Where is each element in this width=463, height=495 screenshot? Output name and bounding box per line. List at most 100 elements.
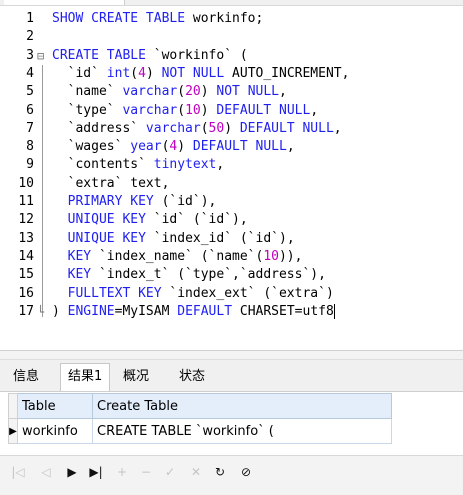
code-text: `address` varchar(50) DEFAULT NULL, — [52, 120, 342, 138]
code-line[interactable]: 13 UNIQUE KEY `index_id` (`id`), — [0, 230, 463, 248]
sql-text: , — [333, 120, 342, 136]
line-number: 12 — [18, 212, 34, 228]
sql-text: `wages` — [52, 139, 131, 155]
code-line[interactable]: 12 UNIQUE KEY `id` (`id`), — [0, 211, 463, 229]
sql-text: )), — [278, 248, 303, 264]
table-row[interactable]: ▶ workinfo CREATE TABLE `workinfo` ( — [8, 418, 392, 444]
line-number: 7 — [26, 120, 34, 136]
sql-keyword: DEFAULT NULL — [239, 120, 334, 136]
sql-text: `index_ext` (`extra`) — [161, 285, 334, 301]
result-tab-0[interactable]: 信息 — [6, 364, 46, 390]
code-line[interactable]: 9 `contents` tinytext, — [0, 156, 463, 174]
prev-record-icon[interactable]: ◁ — [38, 464, 54, 480]
result-tab-2[interactable]: 概况 — [116, 364, 156, 390]
line-number: 4 — [26, 65, 34, 81]
sql-text: =MyISAM — [114, 303, 178, 319]
row-marker-header — [8, 393, 18, 419]
sql-text: (`id`), — [153, 194, 217, 209]
sql-text: `extra` text, — [52, 175, 170, 191]
code-line[interactable]: 4 `id` int(4) NOT NULL AUTO_INCREMENT, — [0, 65, 463, 83]
line-number: 16 — [18, 285, 34, 301]
sql-number: 20 — [185, 84, 201, 100]
sql-editor[interactable]: 1 SHOW CREATE TABLE workinfo; 2 3 ⊟ CREATE TA… — [0, 6, 463, 351]
sql-text: `name` — [52, 84, 123, 100]
code-text: KEY `index_t` (`type`,`address`), — [52, 266, 326, 284]
sql-text: `index_name` (`name`( — [91, 248, 264, 264]
sql-text: , — [279, 84, 287, 100]
add-record-icon[interactable]: + — [114, 464, 130, 480]
query-tab-stub[interactable] — [4, 0, 125, 5]
sql-keyword: NOT NULL — [216, 84, 280, 100]
code-line[interactable]: 17 └) ENGINE=MyISAM DEFAULT CHARSET=utf8 — [0, 303, 463, 321]
last-record-icon[interactable]: ▶| — [88, 464, 104, 480]
sql-keyword: DEFAULT NULL — [216, 102, 311, 118]
sql-text: ) — [177, 139, 193, 155]
sql-keyword: UNIQUE KEY — [67, 212, 146, 228]
code-line[interactable]: 15 KEY `index_t` (`type`,`address`), — [0, 266, 463, 284]
code-line[interactable]: 2 — [0, 28, 463, 46]
sql-keyword: ENGINE — [67, 303, 115, 319]
next-record-icon[interactable]: ▶ — [64, 464, 80, 480]
sql-text: ( — [177, 102, 186, 118]
first-record-icon[interactable]: |◁ — [10, 464, 26, 480]
code-text: `wages` year(4) DEFAULT NULL, — [52, 138, 295, 156]
sql-number: 10 — [263, 248, 279, 264]
sql-keyword: UNIQUE KEY — [67, 230, 146, 246]
code-line[interactable]: 6 `type` varchar(10) DEFAULT NULL, — [0, 102, 463, 120]
cell-table[interactable]: workinfo — [17, 418, 93, 444]
sql-keyword: DEFAULT NULL — [192, 139, 287, 155]
fold-collapse-icon[interactable]: ⊟ — [37, 47, 47, 65]
apply-changes-icon[interactable]: ✓ — [162, 464, 178, 480]
code-text: `name` varchar(20) NOT NULL, — [52, 83, 287, 101]
code-line[interactable]: 5 `name` varchar(20) NOT NULL, — [0, 83, 463, 101]
stop-icon[interactable]: ⊘ — [238, 464, 254, 480]
sql-text: ) — [200, 102, 217, 118]
text-caret — [333, 303, 335, 319]
sql-keyword: tinytext — [153, 157, 217, 173]
sql-keyword: year — [130, 139, 162, 155]
result-tab-1[interactable]: 结果1 — [60, 363, 111, 391]
line-number: 6 — [26, 102, 34, 118]
line-number: 5 — [26, 84, 34, 100]
code-text: `type` varchar(10) DEFAULT NULL, — [52, 102, 319, 120]
line-number: 8 — [26, 139, 34, 155]
code-text: SHOW CREATE TABLE workinfo; — [52, 10, 263, 28]
result-tab-3[interactable]: 状态 — [172, 364, 212, 390]
line-number: 10 — [18, 175, 34, 191]
code-line[interactable]: 11 PRIMARY KEY (`id`), — [0, 193, 463, 211]
sql-text: ) — [145, 65, 162, 81]
code-line[interactable]: 16 FULLTEXT KEY `index_ext` (`extra`) — [0, 285, 463, 303]
code-line[interactable]: 3 ⊟ CREATE TABLE `workinfo` ( — [0, 47, 463, 65]
line-number: 17 — [18, 303, 34, 319]
code-line[interactable]: 7 `address` varchar(50) DEFAULT NULL, — [0, 120, 463, 138]
column-header-create-table[interactable]: Create Table — [92, 393, 392, 419]
sql-text: `contents` — [52, 157, 154, 173]
code-line[interactable]: 1 SHOW CREATE TABLE workinfo; — [0, 10, 463, 28]
sql-text: AUTO_INCREMENT, — [224, 65, 350, 81]
sql-text: workinfo; — [192, 11, 264, 26]
code-text: UNIQUE KEY `index_id` (`id`), — [52, 230, 295, 248]
code-text: `contents` tinytext, — [52, 156, 225, 174]
code-line[interactable]: 10 `extra` text, — [0, 175, 463, 193]
code-text: PRIMARY KEY (`id`), — [52, 193, 217, 211]
code-line[interactable]: 14 KEY `index_name` (`name`(10)), — [0, 248, 463, 266]
sql-keyword: varchar — [122, 84, 178, 100]
cell-create-table[interactable]: CREATE TABLE `workinfo` ( — [92, 418, 392, 444]
sql-keyword: varchar — [122, 102, 178, 118]
sql-text: ) — [200, 84, 217, 100]
delete-record-icon[interactable]: − — [138, 464, 154, 480]
grid-header-row: Table Create Table — [8, 393, 392, 419]
code-text: KEY `index_name` (`name`(10)), — [52, 248, 303, 266]
discard-changes-icon[interactable]: ✕ — [188, 464, 204, 480]
pane-splitter[interactable] — [0, 351, 463, 360]
refresh-icon[interactable]: ↻ — [212, 464, 228, 480]
code-line[interactable]: 8 `wages` year(4) DEFAULT NULL, — [0, 138, 463, 156]
sql-text: , — [310, 102, 319, 118]
column-header-table[interactable]: Table — [17, 393, 93, 419]
sql-text: `workinfo` ( — [153, 47, 248, 63]
result-grid[interactable]: Table Create Table ▶ workinfo CREATE TAB… — [8, 393, 392, 444]
